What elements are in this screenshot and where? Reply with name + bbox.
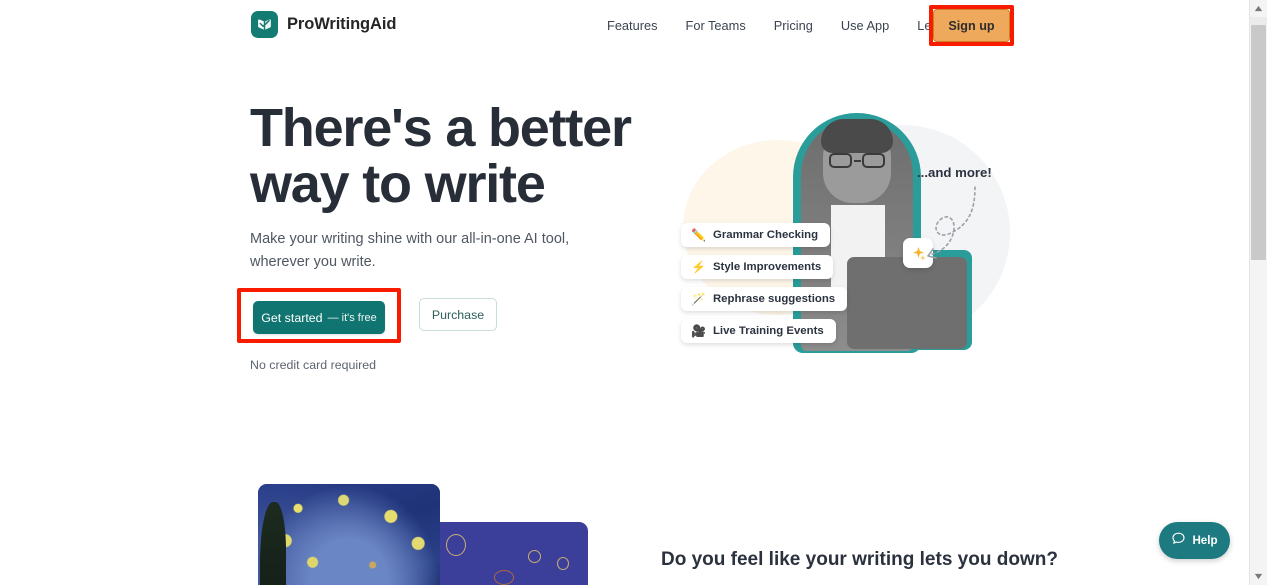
get-started-free-suffix: — it's free: [327, 311, 377, 324]
scrollbar-track[interactable]: [1250, 17, 1267, 25]
get-started-label: Get started: [261, 310, 323, 325]
brand-logo[interactable]: ProWritingAid: [251, 11, 396, 38]
no-credit-card-note: No credit card required: [250, 358, 377, 372]
hero-heading-line-2: way to write: [250, 154, 546, 214]
purchase-button[interactable]: Purchase: [419, 298, 497, 331]
feature-chip-list: ✏️ Grammar Checking ⚡ Style Improvements…: [681, 223, 848, 343]
and-more-annotation: ...and more!: [917, 165, 992, 180]
signup-highlight-box: Sign up: [929, 5, 1014, 46]
section-heading-question: Do you feel like your writing lets you d…: [661, 549, 1058, 570]
site-header: ProWritingAid Features For Teams Pricing…: [0, 0, 1249, 50]
glasses-right-lens: [862, 153, 885, 168]
glasses-left-lens: [829, 153, 852, 168]
hero-illustration: ✏️ Grammar Checking ⚡ Style Improvements…: [655, 105, 1015, 370]
cypress-tree-shape: [260, 502, 286, 585]
book-check-logo-icon: [251, 11, 278, 38]
feature-chip-label: Style Improvements: [712, 261, 822, 273]
starry-night-card: [258, 484, 440, 585]
glasses-bridge: [853, 159, 861, 162]
nav-item-for-teams[interactable]: For Teams: [672, 18, 760, 33]
glasses-icon: [829, 153, 885, 168]
chat-bubble-icon: [1171, 531, 1186, 551]
get-started-button[interactable]: Get started — it's free: [253, 301, 385, 334]
help-widget-button[interactable]: Help: [1159, 522, 1230, 559]
scrollbar-down-arrow-icon[interactable]: [1250, 568, 1267, 585]
pencil-icon: ✏️: [691, 228, 706, 242]
page-root: ProWritingAid Features For Teams Pricing…: [0, 0, 1267, 585]
feature-chip-label: Live Training Events: [712, 325, 824, 337]
scrollbar-thumb[interactable]: [1251, 25, 1266, 260]
video-camera-icon: 🎥: [691, 324, 706, 338]
feature-chip-rephrase-suggestions: 🪄 Rephrase suggestions: [681, 287, 848, 311]
vertical-scrollbar[interactable]: [1249, 0, 1267, 585]
laptop: [847, 257, 967, 349]
swirl-shape: [494, 570, 514, 585]
swirl-shape: [446, 534, 466, 556]
swirl-shape: [528, 550, 541, 563]
person-hair: [821, 119, 893, 153]
nav-item-use-app[interactable]: Use App: [827, 18, 903, 33]
help-widget-label: Help: [1192, 534, 1218, 547]
nav-item-features[interactable]: Features: [595, 18, 672, 33]
blue-swirl-card: [432, 522, 588, 585]
get-started-highlight-box: Get started — it's free: [237, 288, 401, 343]
brand-name: ProWritingAid: [287, 15, 397, 33]
scrollbar-up-arrow-icon[interactable]: [1250, 0, 1267, 17]
feature-chip-grammar-checking: ✏️ Grammar Checking: [681, 223, 831, 247]
swirl-shape: [557, 557, 569, 570]
feature-chip-style-improvements: ⚡ Style Improvements: [681, 255, 834, 279]
feature-chip-label: Rephrase suggestions: [712, 293, 836, 305]
feature-chip-live-training-events: 🎥 Live Training Events: [681, 319, 836, 343]
lightning-bolt-icon: ⚡: [691, 260, 706, 274]
magic-wand-icon: 🪄: [691, 292, 706, 306]
hero-subtitle: Make your writing shine with our all-in-…: [250, 231, 570, 270]
feature-chip-label: Grammar Checking: [712, 229, 819, 241]
dotted-curved-arrow-icon: [927, 186, 976, 259]
signup-button[interactable]: Sign up: [933, 9, 1010, 42]
cta-row: Get started — it's free Purchase: [237, 288, 497, 343]
hero-heading-line-1: There's a better: [250, 98, 632, 158]
page-title: There's a better way to write: [250, 100, 690, 212]
nav-item-pricing[interactable]: Pricing: [760, 18, 827, 33]
